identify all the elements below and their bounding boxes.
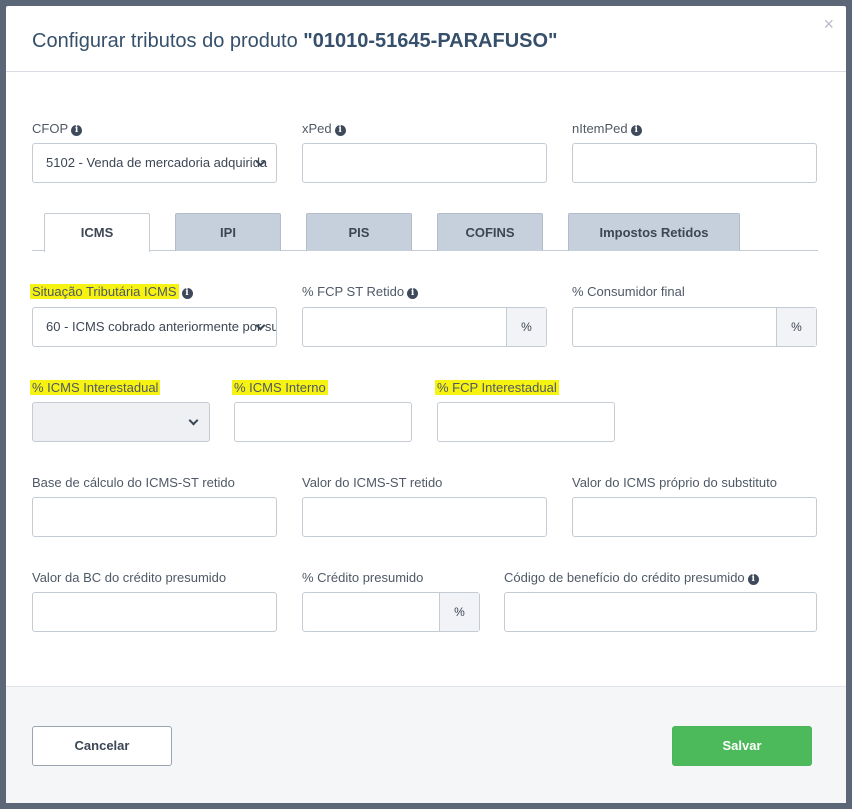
- configure-taxes-modal: Configurar tributos do produto "01010-51…: [6, 6, 846, 803]
- fcp-st-retido-input[interactable]: %: [302, 307, 547, 347]
- credito-presumido-input[interactable]: %: [302, 592, 480, 632]
- tab-ipi[interactable]: IPI: [175, 213, 281, 251]
- codigo-beneficio-input[interactable]: [504, 592, 817, 632]
- icms-interestadual-select[interactable]: [32, 402, 210, 442]
- modal-header: Configurar tributos do produto "01010-51…: [6, 6, 846, 72]
- base-calculo-input[interactable]: [32, 497, 277, 537]
- info-icon[interactable]: i: [630, 125, 642, 136]
- cfop-select-value: 5102 - Venda de mercadoria adquirida: [46, 155, 268, 170]
- codigo-beneficio-label: Código de benefício do crédito presumido…: [504, 569, 759, 587]
- valor-icms-st-label: Valor do ICMS-ST retido: [302, 475, 443, 490]
- fcp-st-retido-label: % FCP ST Retido i: [302, 283, 419, 301]
- situacao-tributaria-value: 60 - ICMS cobrado anteriormente por subs…: [46, 319, 276, 334]
- modal-title: Configurar tributos do produto "01010-51…: [32, 30, 558, 53]
- icms-interno-input[interactable]: [234, 402, 412, 442]
- icms-interno-label: % ICMS Interno: [232, 380, 328, 395]
- nitemped-label: nItemPed i: [572, 120, 642, 138]
- percent-addon: %: [776, 308, 816, 346]
- percent-addon: %: [439, 593, 479, 631]
- save-button[interactable]: Salvar: [672, 726, 812, 766]
- info-icon[interactable]: i: [407, 288, 419, 299]
- nitemped-input[interactable]: [572, 143, 817, 183]
- xped-label: xPed i: [302, 120, 346, 138]
- fcp-interestadual-input[interactable]: [437, 402, 615, 442]
- situacao-tributaria-label: Situação Tributária ICMS i: [30, 283, 193, 301]
- modal-footer: Cancelar Salvar: [6, 686, 846, 803]
- cfop-select[interactable]: 5102 - Venda de mercadoria adquirida: [32, 143, 277, 183]
- icms-interestadual-label: % ICMS Interestadual: [30, 380, 161, 395]
- valor-icms-proprio-label: Valor do ICMS próprio do substituto: [572, 475, 777, 490]
- valor-icms-st-input[interactable]: [302, 497, 547, 537]
- info-icon[interactable]: i: [71, 125, 83, 136]
- valor-icms-proprio-input[interactable]: [572, 497, 817, 537]
- percent-addon: %: [506, 308, 546, 346]
- cfop-label: CFOP i: [32, 120, 83, 138]
- chevron-down-icon: [188, 415, 199, 426]
- tab-icms[interactable]: ICMS: [44, 213, 150, 252]
- info-icon[interactable]: i: [181, 288, 193, 299]
- close-icon[interactable]: ×: [823, 14, 834, 35]
- consumidor-final-input[interactable]: %: [572, 307, 817, 347]
- info-icon[interactable]: i: [334, 125, 346, 136]
- info-icon[interactable]: i: [747, 574, 759, 585]
- modal-body: CFOP i 5102 - Venda de mercadoria adquiri…: [6, 72, 846, 686]
- consumidor-final-label: % Consumidor final: [572, 284, 685, 299]
- xped-input[interactable]: [302, 143, 547, 183]
- valor-bc-credito-label: Valor da BC do crédito presumido: [32, 570, 227, 585]
- cancel-button[interactable]: Cancelar: [32, 726, 172, 766]
- base-calculo-label: Base de cálculo do ICMS-ST retido: [32, 475, 235, 490]
- credito-presumido-label: % Crédito presumido: [302, 570, 424, 585]
- product-name: "01010-51645-PARAFUSO": [303, 30, 558, 52]
- modal-title-prefix: Configurar tributos do produto: [32, 30, 304, 52]
- situacao-tributaria-select[interactable]: 60 - ICMS cobrado anteriormente por subs…: [32, 307, 277, 347]
- tab-cofins[interactable]: COFINS: [437, 213, 543, 251]
- tab-impostos-retidos[interactable]: Impostos Retidos: [568, 213, 740, 251]
- fcp-interestadual-label: % FCP Interestadual: [435, 380, 559, 395]
- tab-pis[interactable]: PIS: [306, 213, 412, 251]
- valor-bc-credito-input[interactable]: [32, 592, 277, 632]
